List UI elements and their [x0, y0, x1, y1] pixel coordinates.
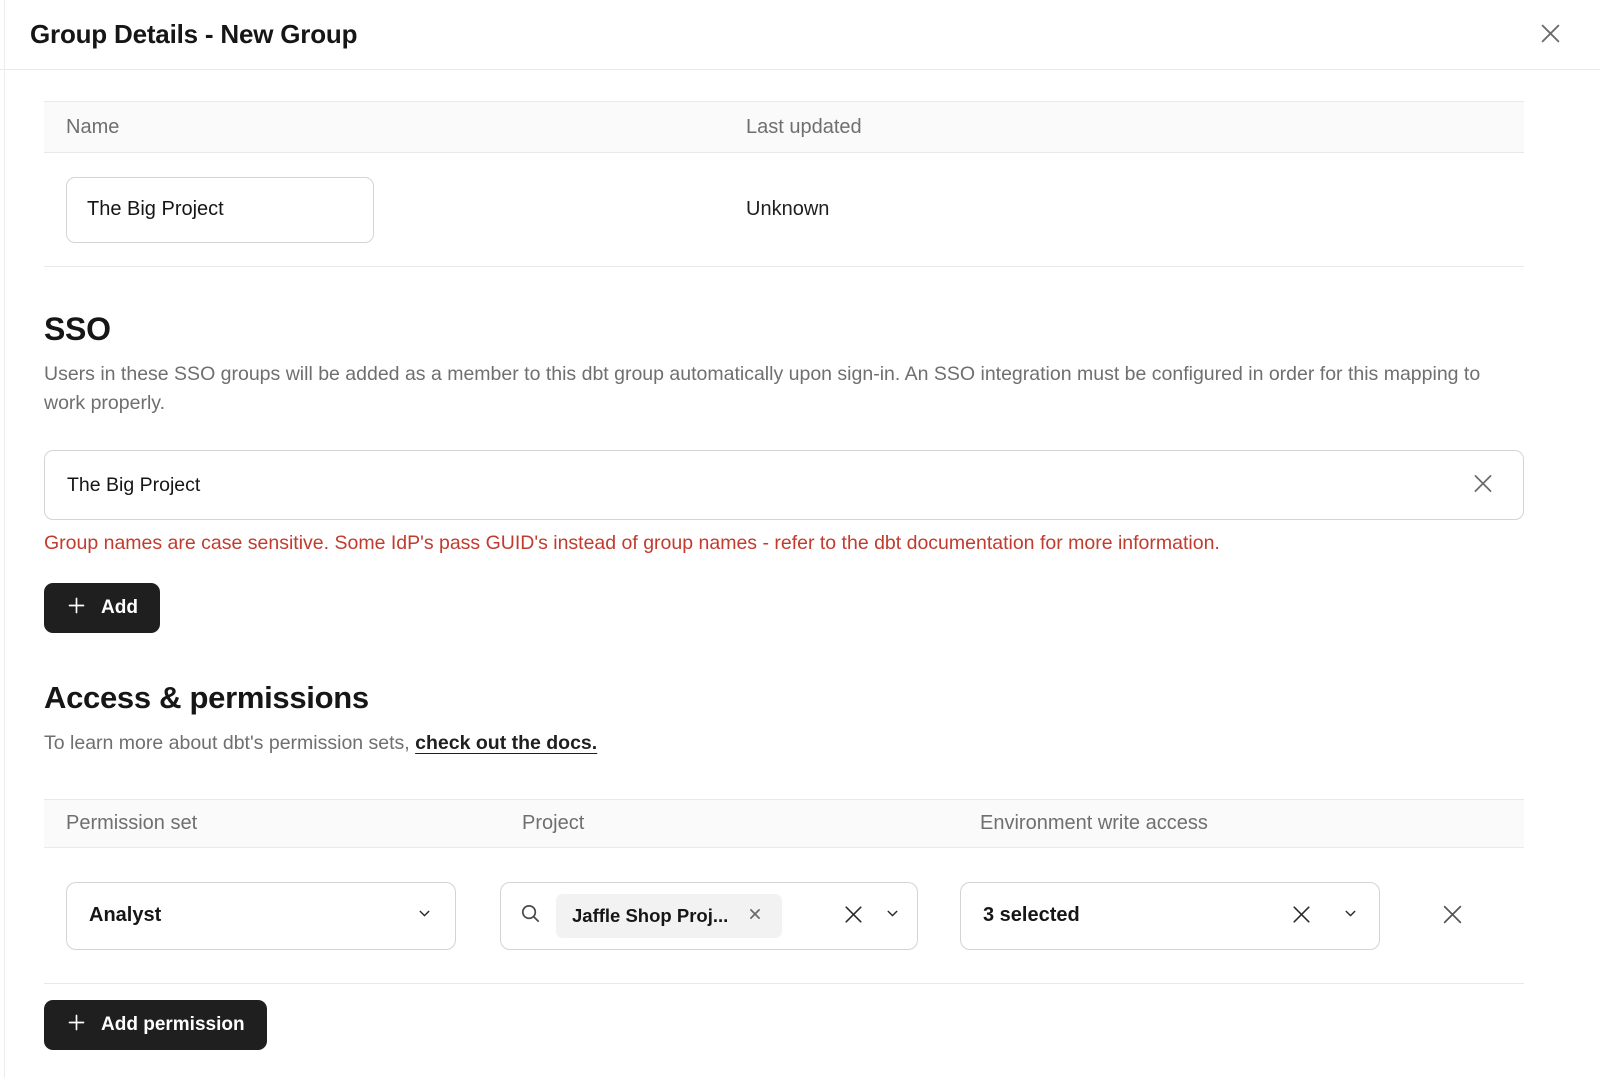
chevron-down-icon — [1342, 905, 1359, 927]
chevron-down-icon — [416, 905, 433, 927]
column-header-project: Project — [500, 812, 958, 835]
group-name-input[interactable] — [66, 177, 374, 243]
clear-icon — [1470, 471, 1496, 500]
column-header-permission-set: Permission set — [44, 812, 500, 835]
add-button-label: Add — [101, 597, 138, 619]
environment-clear-button[interactable] — [1285, 898, 1318, 934]
add-permission-label: Add permission — [101, 1014, 245, 1036]
column-header-name: Name — [44, 116, 724, 139]
project-clear-button[interactable] — [837, 898, 870, 934]
close-icon — [1537, 20, 1564, 50]
column-header-last-updated: Last updated — [724, 116, 1524, 139]
group-name-table-header: Name Last updated — [44, 102, 1524, 153]
clear-icon — [841, 902, 866, 930]
sso-helper-text: Group names are case sensitive. Some IdP… — [44, 532, 1524, 555]
page-title: Group Details - New Group — [30, 19, 357, 50]
permission-set-select[interactable]: Analyst — [66, 882, 456, 950]
plus-icon — [66, 1012, 87, 1039]
modal-header: Group Details - New Group — [0, 0, 1600, 70]
remove-permission-row-button[interactable] — [1435, 897, 1470, 935]
permission-row: Analyst Jaffle Shop Proj... — [44, 848, 1524, 983]
docs-line-text: To learn more about dbt's permission set… — [44, 732, 415, 754]
permission-set-value: Analyst — [89, 904, 161, 927]
sso-group-field — [44, 450, 1524, 520]
environment-access-value: 3 selected — [983, 904, 1080, 927]
project-tag: Jaffle Shop Proj... — [556, 894, 782, 938]
modal-left-edge — [4, 0, 5, 1078]
permissions-table-header: Permission set Project Environment write… — [44, 800, 1524, 848]
docs-line: To learn more about dbt's permission set… — [44, 732, 1524, 755]
close-icon — [1439, 901, 1466, 931]
project-tag-label: Jaffle Shop Proj... — [572, 905, 728, 927]
group-name-table: Name Last updated Unknown — [44, 101, 1524, 267]
permissions-table: Permission set Project Environment write… — [44, 799, 1524, 984]
sso-group-input[interactable] — [44, 450, 1524, 520]
group-name-row: Unknown — [44, 153, 1524, 266]
sso-group-clear-button[interactable] — [1466, 467, 1500, 504]
add-sso-group-button[interactable]: Add — [44, 583, 160, 633]
docs-link[interactable]: check out the docs. — [415, 732, 597, 754]
column-header-environment: Environment write access — [958, 812, 1524, 835]
sso-description: Users in these SSO groups will be added … — [44, 360, 1524, 418]
plus-icon — [66, 595, 87, 622]
close-button[interactable] — [1533, 16, 1568, 54]
modal-content: Name Last updated Unknown SSO Users in t… — [0, 101, 1600, 1050]
environment-access-select[interactable]: 3 selected — [960, 882, 1380, 950]
project-tag-remove-button[interactable] — [744, 903, 766, 928]
project-select[interactable]: Jaffle Shop Proj... — [500, 882, 918, 950]
sso-heading: SSO — [44, 311, 1524, 348]
clear-icon — [748, 907, 762, 924]
access-permissions-heading: Access & permissions — [44, 680, 1524, 716]
add-permission-button[interactable]: Add permission — [44, 1000, 267, 1050]
chevron-down-icon — [884, 905, 901, 927]
clear-icon — [1289, 902, 1314, 930]
last-updated-value: Unknown — [724, 198, 1524, 221]
search-icon — [519, 902, 542, 930]
